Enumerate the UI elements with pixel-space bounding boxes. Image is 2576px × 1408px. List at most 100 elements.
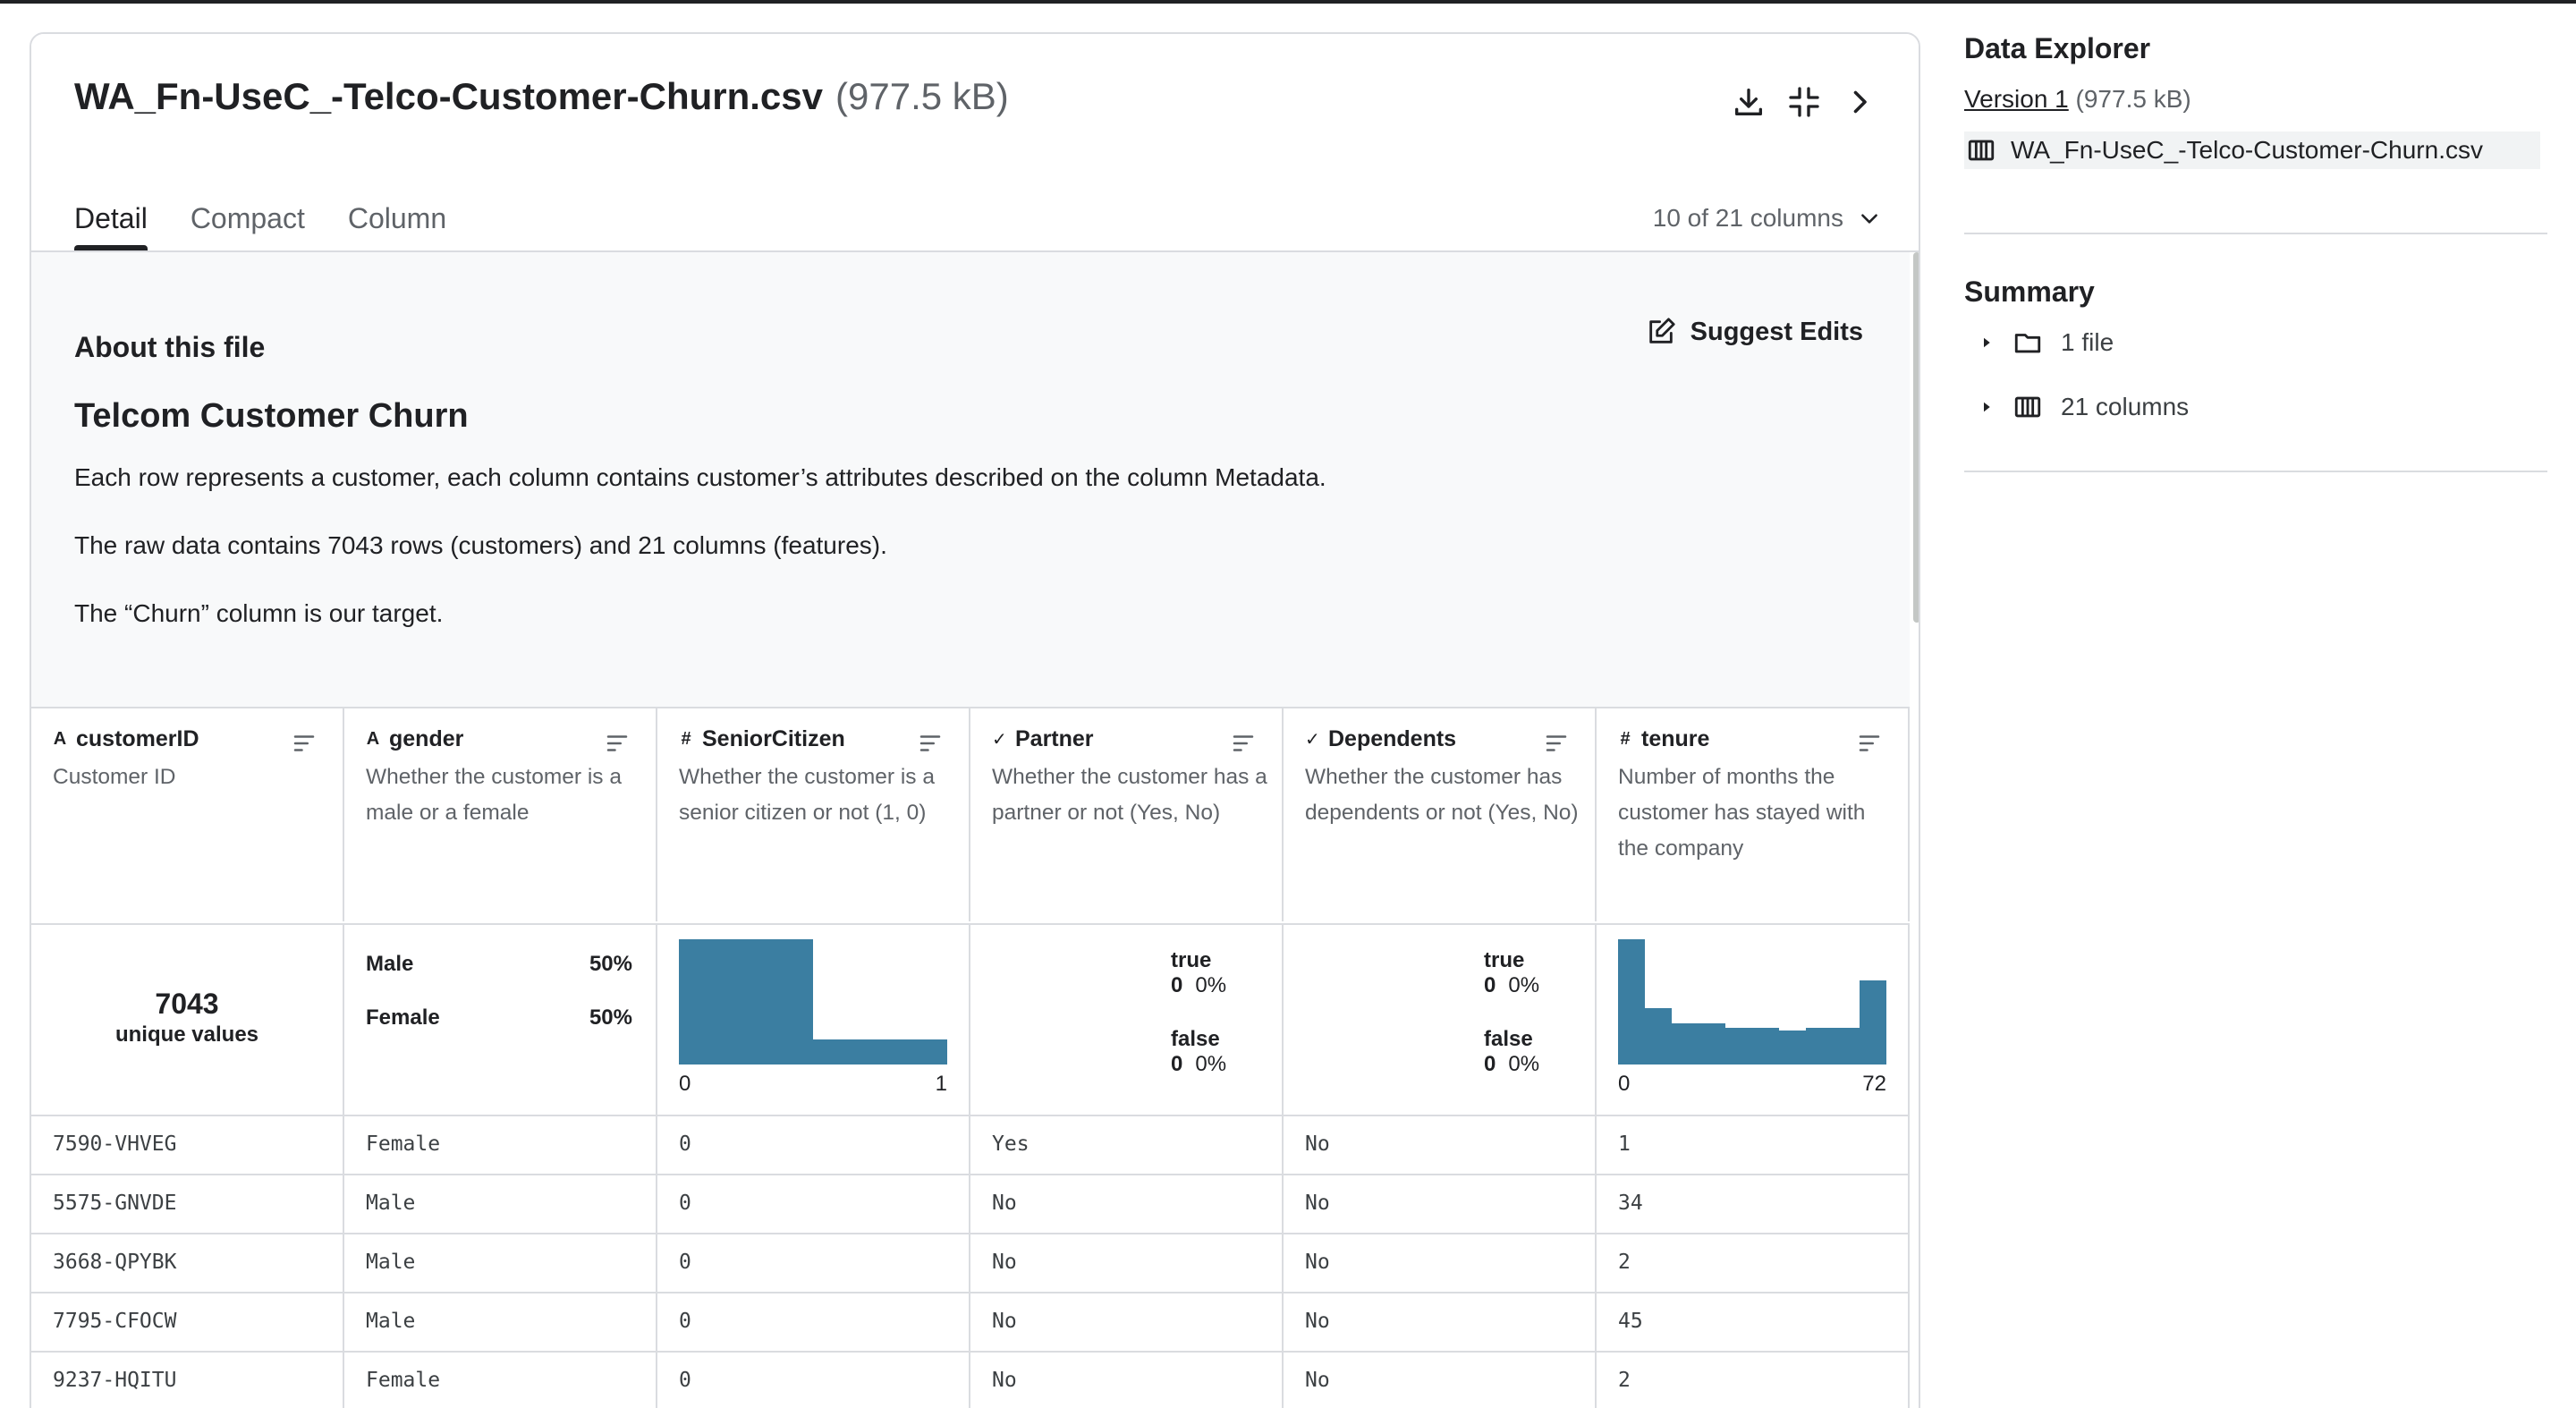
histogram-bar	[1699, 1022, 1725, 1064]
table-row[interactable]: 9237-HQITU Female 0 No No 2	[31, 1351, 1910, 1408]
column-count-label: 10 of 21 columns	[1652, 204, 1843, 232]
tab-compact[interactable]: Compact	[191, 191, 305, 250]
table-cell: 34	[1597, 1175, 1910, 1234]
sort-icon[interactable]	[1543, 730, 1570, 757]
stat-tenure: 0 72	[1597, 923, 1910, 1115]
sort-icon[interactable]	[1856, 730, 1883, 757]
file-name: WA_Fn-UseC_-Telco-Customer-Churn.csv	[74, 75, 824, 117]
summary-item-label: 1 file	[2061, 328, 2114, 356]
string-type-icon: A	[366, 729, 380, 749]
table-cell: 7795-CFOCW	[31, 1293, 344, 1353]
table-cell: 45	[1597, 1293, 1910, 1353]
bool-count: 0	[1484, 973, 1496, 997]
column-header-customerid[interactable]: AcustomerID Customer ID	[31, 708, 344, 921]
category-pct: 50%	[589, 1005, 632, 1030]
column-header-gender[interactable]: Agender Whether the customer is a male o…	[344, 708, 657, 921]
table-cell: 2	[1597, 1234, 1910, 1293]
column-header-seniorcitizen[interactable]: # SeniorCitizen Whether the customer is a…	[657, 708, 970, 921]
table-cell: Female	[344, 1353, 657, 1408]
column-header-dependents[interactable]: ✓ Dependents Whether the customer has dep…	[1284, 708, 1597, 921]
table-cell: No	[970, 1175, 1284, 1234]
bool-true: true 0 0%	[1171, 948, 1226, 998]
download-icon[interactable]	[1727, 81, 1770, 123]
column-header-partner[interactable]: ✓ Partner Whether the customer has a part…	[970, 708, 1284, 921]
tab-detail[interactable]: Detail	[74, 191, 148, 252]
chevron-right-icon[interactable]	[1838, 81, 1881, 123]
stat-partner: true 0 0% false 0 0%	[970, 923, 1284, 1115]
panel-divider	[1964, 233, 2547, 234]
about-paragraph: The “Churn” column is our target.	[74, 599, 444, 627]
bool-pct: 0%	[1508, 1052, 1540, 1076]
caret-right-icon	[1984, 337, 1990, 348]
table-cell: No	[1284, 1293, 1597, 1353]
stat-customerid: 7043 unique values	[31, 923, 344, 1115]
tab-column[interactable]: Column	[348, 191, 446, 250]
table-cell: Male	[344, 1234, 657, 1293]
panel-divider	[1964, 471, 2547, 472]
table-cell: 0	[657, 1234, 970, 1293]
table-row[interactable]: 7590-VHVEG Female 0 Yes No 1	[31, 1115, 1910, 1175]
column-name: Partner	[1015, 726, 1094, 751]
card-header: WA_Fn-UseC_-Telco-Customer-Churn.csv (977…	[31, 34, 1919, 252]
summary-item-columns[interactable]: 21 columns	[1979, 392, 2189, 422]
chevron-down-icon	[1861, 214, 1877, 224]
version-info: Version 1 (977.5 kB)	[1964, 85, 2547, 114]
histogram-bar	[1833, 1028, 1860, 1064]
stat-seniorcitizen: 01	[657, 923, 970, 1115]
about-section: About this file Suggest Edits Telcom Cus…	[31, 252, 1910, 707]
scrollbar-thumb[interactable]	[1913, 252, 1919, 623]
bool-false: false 0 0%	[1171, 1027, 1226, 1077]
table-cell: No	[970, 1234, 1284, 1293]
collapse-icon[interactable]	[1783, 81, 1826, 123]
numeric-type-icon: #	[1620, 729, 1631, 749]
category-pct: 50%	[589, 952, 632, 976]
column-name: gender	[389, 726, 464, 751]
axis-min: 0	[679, 1072, 691, 1096]
table-row[interactable]: 5575-GNVDE Male 0 No No 34	[31, 1174, 1910, 1234]
sort-icon[interactable]	[291, 730, 318, 757]
bool-label: true	[1171, 948, 1212, 972]
sort-icon[interactable]	[917, 730, 944, 757]
table-cell: 0	[657, 1293, 970, 1353]
bool-pct: 0%	[1508, 973, 1540, 997]
file-title: WA_Fn-UseC_-Telco-Customer-Churn.csv (977…	[74, 75, 1009, 118]
column-header-tenure[interactable]: # tenure Number of months the customer ha…	[1597, 708, 1910, 921]
histogram-bar	[1806, 1028, 1833, 1064]
table-cell: 7590-VHVEG	[31, 1116, 344, 1175]
file-preview-card: WA_Fn-UseC_-Telco-Customer-Churn.csv (977…	[30, 32, 1920, 1408]
table-cell: No	[1284, 1116, 1597, 1175]
suggest-edits-label: Suggest Edits	[1690, 317, 1863, 346]
numeric-type-icon: #	[681, 729, 691, 749]
column-description: Whether the customer has a partner or no…	[992, 765, 1267, 825]
bool-false: false 0 0%	[1484, 1027, 1539, 1077]
version-link[interactable]: Version 1	[1964, 85, 2069, 113]
table-cell: 0	[657, 1116, 970, 1175]
panel-title: Data Explorer	[1964, 32, 2151, 64]
suggest-edits-button[interactable]: Suggest Edits	[1646, 317, 1863, 347]
sort-icon[interactable]	[604, 730, 631, 757]
boolean-type-icon: ✓	[1305, 730, 1320, 750]
summary-item-files[interactable]: 1 file	[1979, 327, 2114, 358]
bool-count: 0	[1484, 1052, 1496, 1076]
column-name: SeniorCitizen	[702, 726, 845, 751]
table-columns-icon	[1968, 140, 1995, 161]
histogram-bar	[1672, 1022, 1699, 1064]
column-description: Customer ID	[53, 765, 176, 789]
file-size: (977.5 kB)	[835, 75, 1009, 117]
data-table: AcustomerID Customer ID Agender Whether …	[31, 707, 1910, 1408]
table-cell: No	[1284, 1234, 1597, 1293]
histogram	[1618, 939, 1886, 1064]
histogram-bar	[679, 939, 813, 1064]
table-cell: No	[1284, 1175, 1597, 1234]
table-row[interactable]: 7795-CFOCW Male 0 No No 45	[31, 1292, 1910, 1353]
histogram-bar	[1645, 1008, 1672, 1064]
table-cell: 3668-QPYBK	[31, 1234, 344, 1293]
table-row[interactable]: 3668-QPYBK Male 0 No No 2	[31, 1233, 1910, 1293]
file-item[interactable]: WA_Fn-UseC_-Telco-Customer-Churn.csv	[1964, 131, 2540, 169]
column-count-select[interactable]: 10 of 21 columns	[1653, 204, 1881, 233]
table-cell: Male	[344, 1293, 657, 1353]
caret-right-icon	[1984, 402, 1990, 412]
sort-icon[interactable]	[1230, 730, 1257, 757]
string-type-icon: A	[53, 729, 67, 749]
boolean-type-icon: ✓	[992, 730, 1007, 750]
